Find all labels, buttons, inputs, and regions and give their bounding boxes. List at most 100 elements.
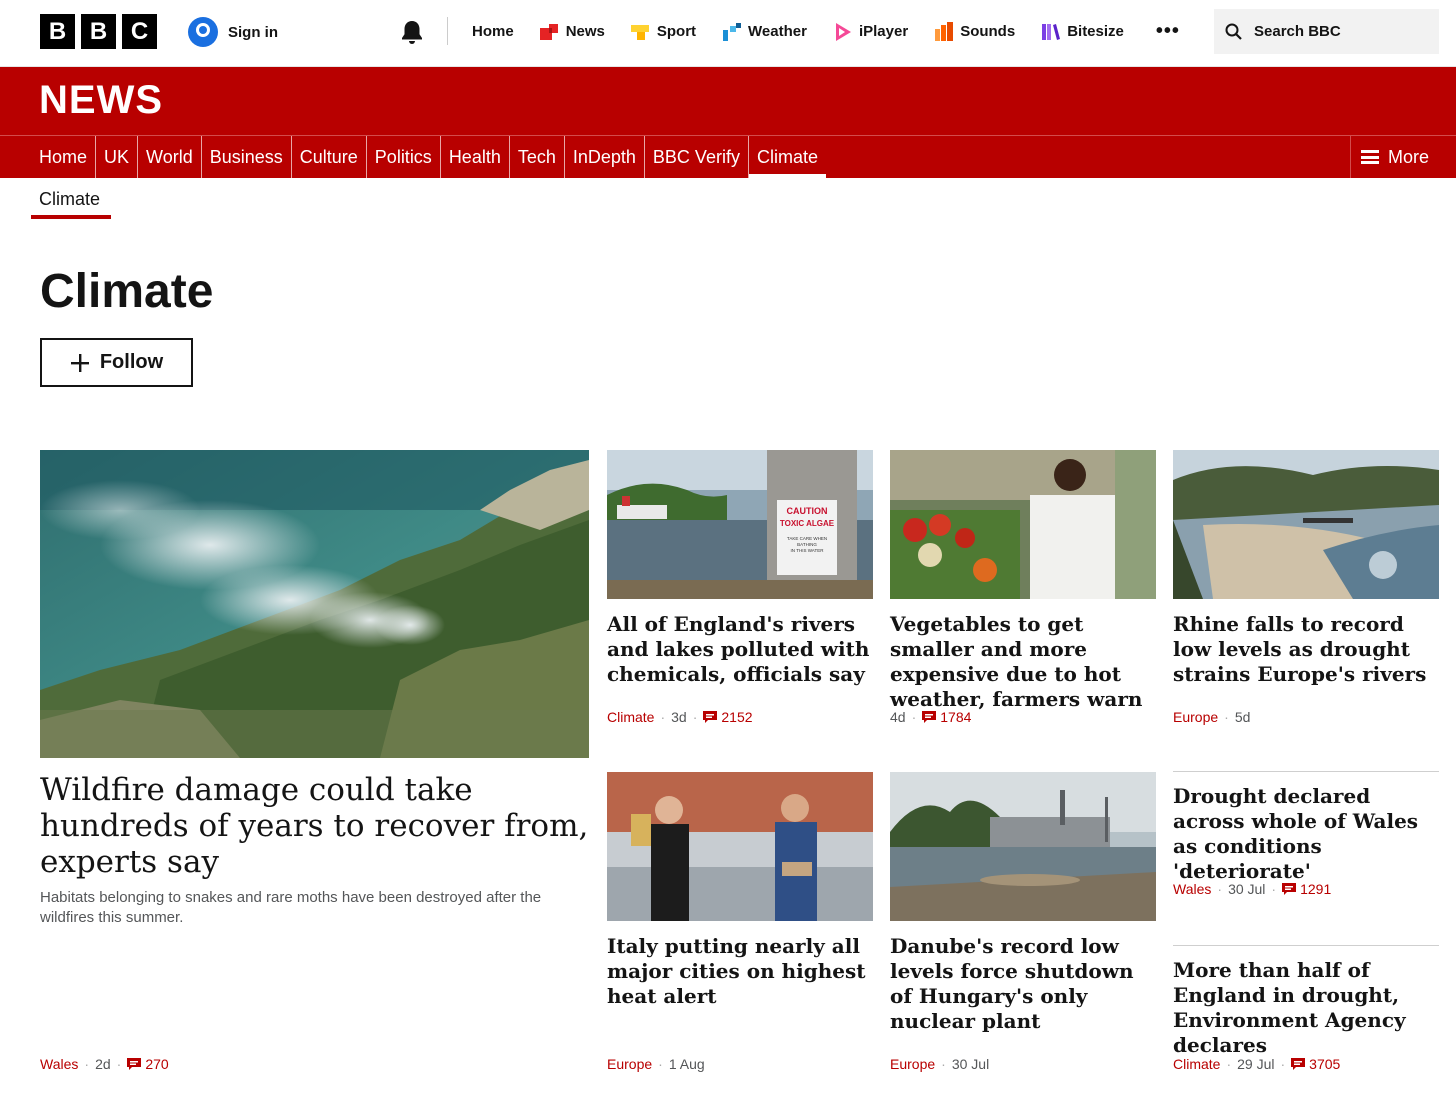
story-topic-tag[interactable]: Europe bbox=[1173, 709, 1218, 725]
story-comments[interactable]: 2152 bbox=[703, 709, 753, 725]
news-header: NEWS bbox=[0, 67, 1456, 135]
hero-story-card[interactable]: Wildfire damage could take hundreds of y… bbox=[40, 450, 589, 1080]
story-time: 30 Jul bbox=[1228, 881, 1266, 897]
story-card[interactable]: Vegetables to get smaller and more expen… bbox=[890, 450, 1156, 730]
bitesize-icon bbox=[1042, 23, 1061, 40]
comment-count: 270 bbox=[145, 1056, 169, 1072]
story-card[interactable]: Italy putting nearly all major cities on… bbox=[607, 772, 873, 1072]
section-link-indepth[interactable]: InDepth bbox=[563, 136, 644, 178]
story-time: 3d bbox=[671, 709, 687, 725]
section-link-tech[interactable]: Tech bbox=[508, 136, 564, 178]
comment-count: 1784 bbox=[940, 709, 972, 725]
global-nav-bitesize[interactable]: Bitesize bbox=[1041, 22, 1124, 42]
story-card[interactable]: More than half of England in drought, En… bbox=[1173, 958, 1439, 1078]
bbc-logo-letter: B bbox=[40, 14, 75, 49]
comment-icon bbox=[1291, 1058, 1306, 1070]
story-time: 30 Jul bbox=[951, 1056, 990, 1072]
story-image-italy bbox=[607, 772, 873, 921]
follow-button[interactable]: Follow bbox=[40, 338, 193, 387]
sounds-icon bbox=[935, 21, 954, 41]
global-nav-links: Home News Sport Weather iPlayer Sounds B… bbox=[472, 20, 1180, 43]
comment-count: 2152 bbox=[721, 709, 753, 725]
hero-story-headline[interactable]: Wildfire damage could take hundreds of y… bbox=[40, 772, 589, 880]
comment-count: 1291 bbox=[1300, 881, 1332, 897]
bbc-logo-letter: C bbox=[122, 14, 157, 49]
global-nav-home[interactable]: Home bbox=[472, 23, 514, 40]
story-headline[interactable]: Vegetables to get smaller and more expen… bbox=[890, 612, 1156, 712]
section-link-bbc-verify[interactable]: BBC Verify bbox=[643, 136, 748, 178]
story-meta: Wales · 30 Jul · 1291 bbox=[1173, 881, 1332, 897]
divider bbox=[1173, 945, 1439, 946]
global-nav-more-menu[interactable]: ••• bbox=[1156, 20, 1180, 43]
notifications-bell-icon[interactable] bbox=[398, 18, 426, 46]
section-more-button[interactable]: More bbox=[1350, 136, 1456, 178]
sign-in-label: Sign in bbox=[228, 23, 278, 41]
story-time: 5d bbox=[1234, 709, 1251, 725]
story-headline[interactable]: Rhine falls to record low levels as drou… bbox=[1173, 612, 1439, 687]
global-nav-iplayer[interactable]: iPlayer bbox=[833, 22, 908, 42]
story-meta: Climate · 29 Jul · 3705 bbox=[1173, 1056, 1341, 1072]
section-link-health[interactable]: Health bbox=[439, 136, 509, 178]
comment-icon bbox=[922, 711, 937, 723]
story-meta: Europe · 5d bbox=[1173, 709, 1251, 725]
story-topic-tag[interactable]: Wales bbox=[40, 1056, 78, 1072]
story-topic-tag[interactable]: Climate bbox=[607, 709, 654, 725]
global-nav-news[interactable]: News bbox=[539, 22, 605, 42]
story-meta: Europe · 1 Aug bbox=[607, 1056, 705, 1072]
global-nav-label: Home bbox=[472, 23, 514, 40]
section-link-politics[interactable]: Politics bbox=[365, 136, 440, 178]
global-nav-sounds[interactable]: Sounds bbox=[934, 21, 1016, 42]
story-card[interactable]: CAUTION TOXIC ALGAE TAKE CARE WHEN BATHI… bbox=[607, 450, 873, 730]
story-card[interactable]: Rhine falls to record low levels as drou… bbox=[1173, 450, 1439, 730]
story-headline[interactable]: Danube's record low levels force shutdow… bbox=[890, 934, 1156, 1034]
section-link-uk[interactable]: UK bbox=[95, 136, 137, 178]
story-headline[interactable]: More than half of England in drought, En… bbox=[1173, 958, 1439, 1058]
story-topic-tag[interactable]: Europe bbox=[890, 1056, 935, 1072]
global-nav-weather[interactable]: Weather bbox=[722, 22, 807, 42]
section-link-home[interactable]: Home bbox=[39, 136, 95, 178]
story-time: 1 Aug bbox=[668, 1056, 705, 1072]
story-headline[interactable]: All of England's rivers and lakes pollut… bbox=[607, 612, 873, 687]
section-link-business[interactable]: Business bbox=[200, 136, 291, 178]
story-topic-tag[interactable]: Wales bbox=[1173, 881, 1211, 897]
story-image-danube bbox=[890, 772, 1156, 921]
search-placeholder: Search BBC bbox=[1254, 23, 1341, 40]
divider bbox=[447, 17, 448, 45]
story-topic-tag[interactable]: Europe bbox=[607, 1056, 652, 1072]
story-time: 29 Jul bbox=[1237, 1056, 1275, 1072]
global-nav-sport[interactable]: Sport bbox=[630, 22, 697, 42]
bbc-global-nav: B B C Sign in Home News Sport Weather iP… bbox=[0, 0, 1456, 67]
story-card[interactable]: Drought declared across whole of Wales a… bbox=[1173, 784, 1439, 904]
section-link-world[interactable]: World bbox=[137, 136, 201, 178]
subnav-climate[interactable]: Climate bbox=[39, 189, 100, 210]
news-section-nav: Home UK World Business Culture Politics … bbox=[0, 135, 1456, 178]
bbc-logo-letter: B bbox=[81, 14, 116, 49]
hero-story-summary: Habitats belonging to snakes and rare mo… bbox=[40, 889, 542, 926]
more-label: More bbox=[1388, 146, 1430, 167]
story-comments[interactable]: 1784 bbox=[922, 709, 971, 725]
story-headline[interactable]: Drought declared across whole of Wales a… bbox=[1173, 784, 1439, 884]
hero-story-meta: Wales · 2d · 270 bbox=[40, 1056, 169, 1072]
global-nav-label: Sounds bbox=[960, 23, 1016, 40]
story-headline[interactable]: Italy putting nearly all major cities on… bbox=[607, 934, 873, 1009]
search-bbc-input[interactable]: Search BBC bbox=[1214, 9, 1439, 54]
sign-caution-text: CAUTION bbox=[787, 506, 828, 516]
sign-in-button[interactable]: Sign in bbox=[188, 17, 278, 47]
sport-icon bbox=[630, 24, 649, 40]
story-comments[interactable]: 3705 bbox=[1291, 1056, 1340, 1072]
comment-icon bbox=[703, 711, 718, 723]
section-link-climate[interactable]: Climate bbox=[747, 136, 826, 178]
story-comments[interactable]: 270 bbox=[127, 1056, 169, 1072]
iplayer-icon bbox=[835, 22, 851, 41]
global-nav-label: Sport bbox=[656, 23, 697, 40]
news-logo[interactable]: NEWS bbox=[39, 78, 163, 123]
news-icon bbox=[539, 23, 558, 40]
story-meta: 4d · 1784 bbox=[890, 709, 972, 725]
story-comments[interactable]: 1291 bbox=[1282, 881, 1331, 897]
story-topic-tag[interactable]: Climate bbox=[1173, 1056, 1220, 1072]
bbc-logo[interactable]: B B C bbox=[40, 14, 157, 49]
story-time: 4d bbox=[890, 709, 906, 725]
sign-toxic-algae-text: TOXIC ALGAE bbox=[780, 519, 835, 528]
story-card[interactable]: Danube's record low levels force shutdow… bbox=[890, 772, 1156, 1072]
section-link-culture[interactable]: Culture bbox=[290, 136, 366, 178]
